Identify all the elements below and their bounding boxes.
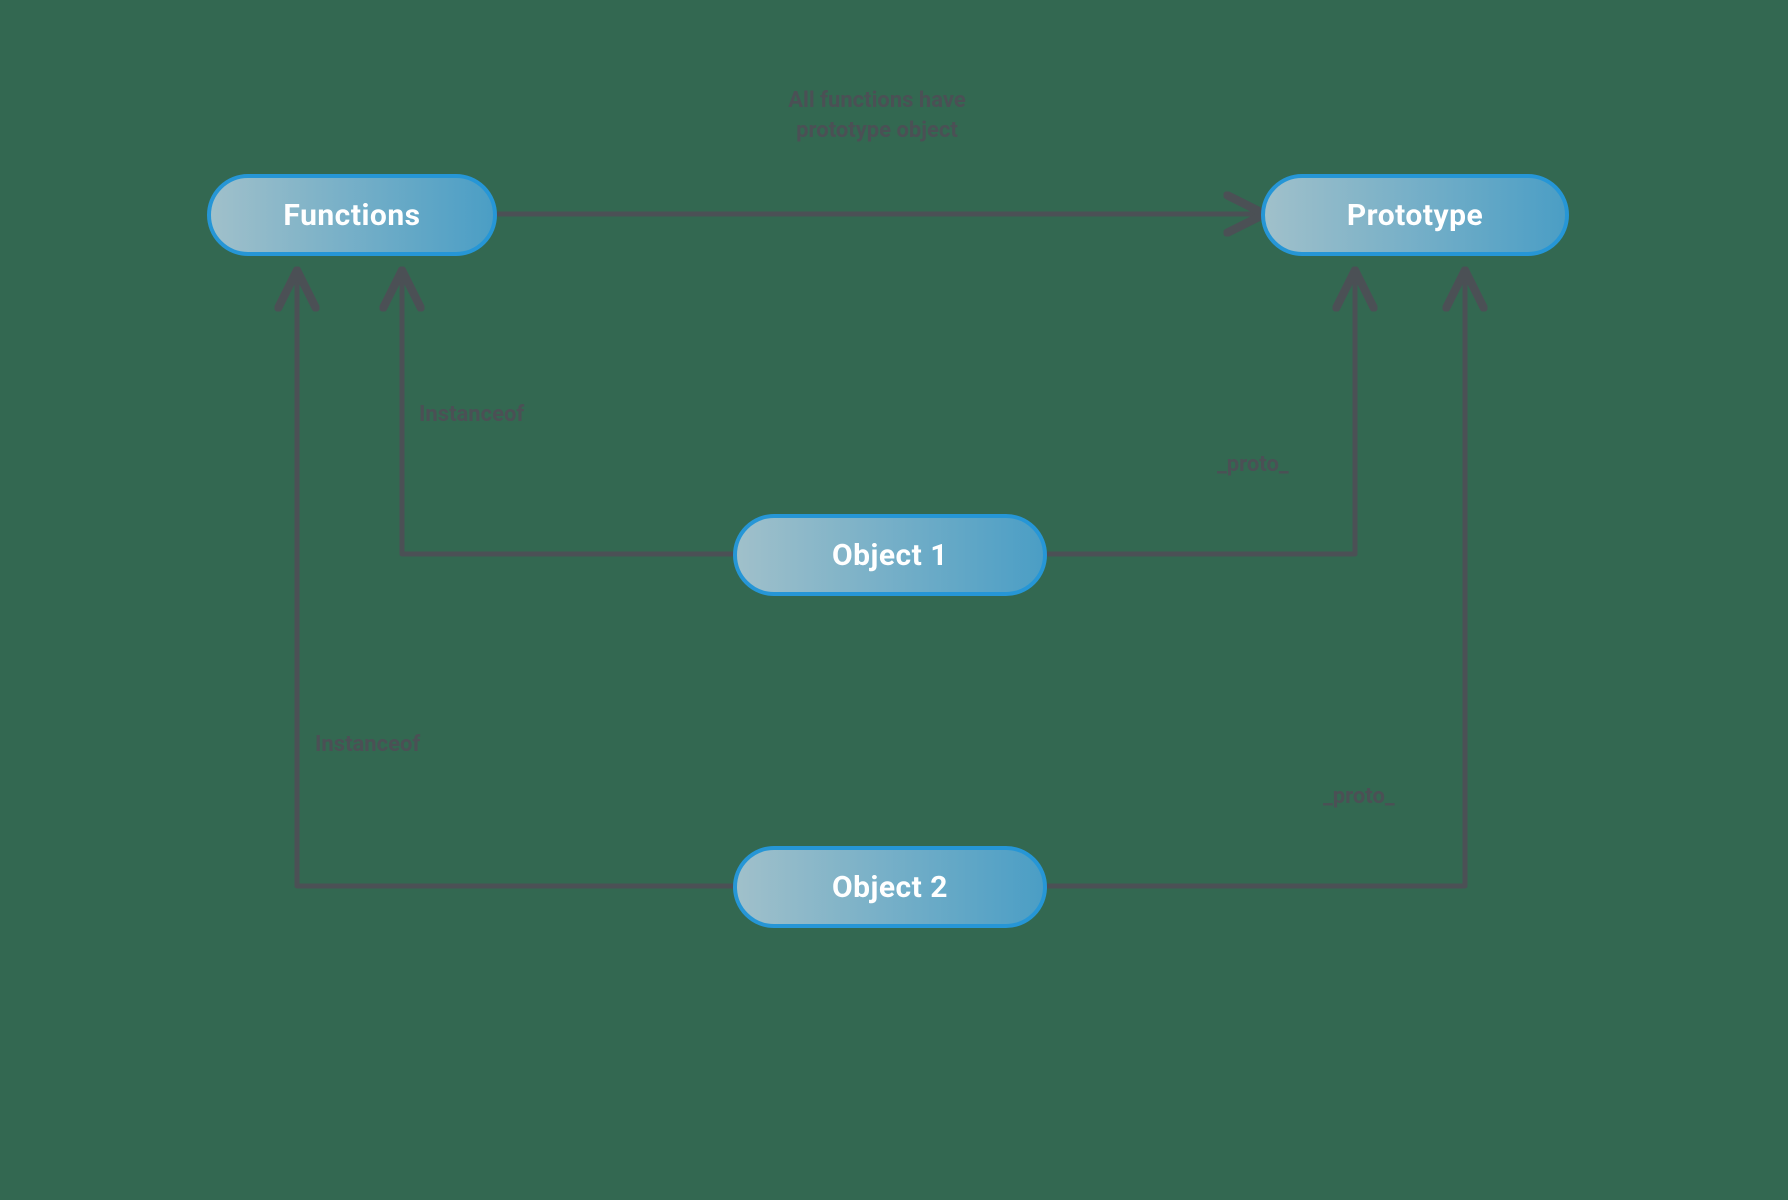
- node-object1: Object 1: [733, 514, 1047, 596]
- label-obj2-to-fn: Instanceof: [315, 730, 420, 760]
- node-functions-label: Functions: [283, 198, 420, 233]
- label-fn-to-proto: All functions have prototype object: [637, 86, 1117, 145]
- label-obj1-to-proto: _proto_: [1217, 450, 1289, 480]
- label-obj1-to-fn: Instanceof: [419, 400, 524, 430]
- edge-obj2-to-fn: [297, 274, 733, 886]
- node-prototype-label: Prototype: [1347, 198, 1483, 233]
- edge-obj2-to-proto: [1047, 274, 1465, 886]
- node-functions: Functions: [207, 174, 497, 256]
- node-object2-label: Object 2: [832, 870, 948, 905]
- node-prototype: Prototype: [1261, 174, 1569, 256]
- node-object2: Object 2: [733, 846, 1047, 928]
- edge-obj1-to-proto: [1047, 274, 1355, 554]
- label-obj2-to-proto: _proto_: [1323, 782, 1395, 812]
- prototype-diagram: Functions Prototype Object 1 Object 2 Al…: [207, 150, 1581, 1050]
- node-object1-label: Object 1: [832, 538, 948, 573]
